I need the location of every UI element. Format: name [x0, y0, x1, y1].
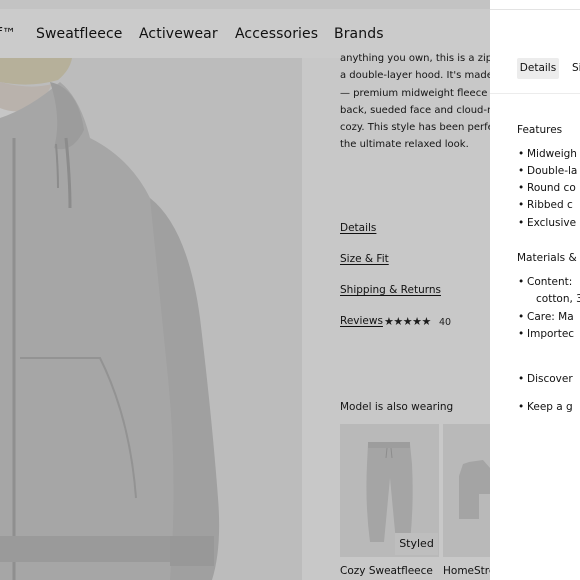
review-count: 40: [439, 317, 452, 328]
product-card-name[interactable]: HomeStre: [443, 565, 490, 577]
reviews-link[interactable]: Reviews: [340, 315, 383, 327]
also-wearing-title: Model is also wearing: [340, 401, 454, 413]
feature-item: Ribbed c: [518, 199, 573, 211]
size-fit-link[interactable]: Size & Fit: [340, 253, 389, 265]
description-line: back, sueded face and cloud-n: [340, 104, 490, 116]
description-line: cozy. This style has been perfe: [340, 122, 490, 134]
description-line: anything you own, this is a zip h: [340, 53, 490, 64]
tab-details[interactable]: Details: [517, 58, 559, 79]
extra-item: Keep a g: [518, 401, 573, 413]
extra-item: Discover: [518, 373, 573, 385]
description-line: the ultimate relaxed look.: [340, 139, 469, 151]
details-side-panel: Details Si Features Midweigh Double-la R…: [490, 0, 580, 580]
also-wearing-card[interactable]: [443, 424, 490, 557]
features-heading: Features: [517, 124, 563, 136]
product-description: anything you own, this is a zip h a doub…: [340, 50, 490, 154]
feature-item: Round co: [518, 182, 576, 194]
tshirt-image: [443, 424, 490, 557]
product-card-name[interactable]: Cozy Sweatfleece: [340, 565, 439, 577]
material-item: Importec: [518, 328, 574, 340]
feature-item: Midweigh: [518, 148, 577, 160]
tab-size[interactable]: Si: [572, 58, 580, 79]
product-hero-image[interactable]: [0, 58, 302, 580]
material-item: Care: Ma: [518, 311, 574, 323]
description-line: — premium midweight fleece fo: [340, 87, 490, 99]
styled-badge: Styled: [395, 533, 438, 555]
nav-item-brand-mark[interactable]: f™: [0, 26, 16, 42]
materials-heading: Materials & C: [517, 252, 580, 264]
description-line: a double-layer hood. It's made: [340, 70, 490, 82]
rating-stars: ★★★★★: [384, 315, 431, 328]
panel-divider: [490, 93, 580, 94]
material-item: Content:: [518, 276, 572, 288]
hoodie-illustration: [0, 58, 302, 580]
feature-item: Exclusive: [518, 217, 576, 229]
details-link[interactable]: Details: [340, 222, 376, 234]
nav-item-sweatfleece[interactable]: Sweatfleece: [36, 26, 122, 42]
shipping-returns-link[interactable]: Shipping & Returns: [340, 284, 441, 296]
feature-item: Double-la: [518, 165, 577, 177]
nav-item-accessories[interactable]: Accessories: [235, 26, 318, 42]
panel-top-border: [490, 9, 580, 10]
nav-item-activewear[interactable]: Activewear: [139, 26, 218, 42]
material-item-continued: cotton, 3: [536, 293, 580, 305]
nav-item-brands[interactable]: Brands: [334, 26, 384, 42]
